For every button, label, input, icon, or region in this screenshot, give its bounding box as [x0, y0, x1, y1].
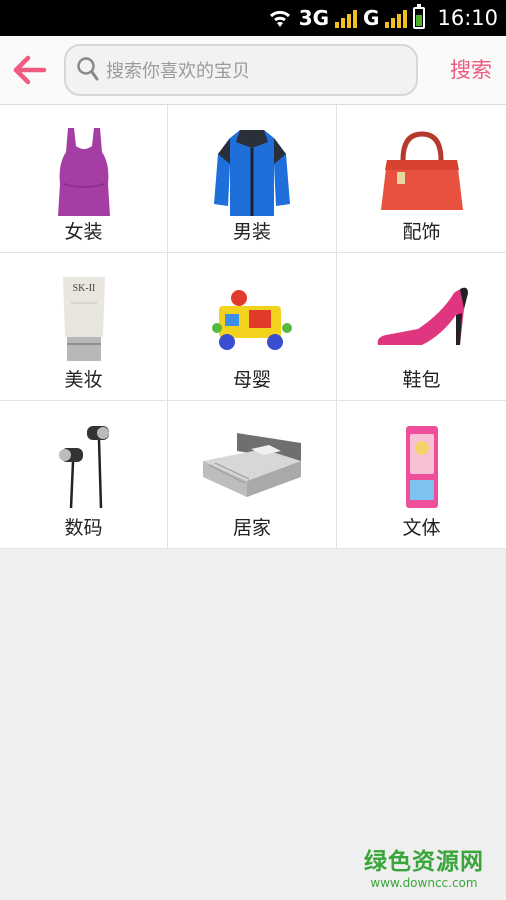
search-box[interactable]	[64, 44, 418, 96]
brand-text: SK-II	[72, 283, 95, 294]
category-cosmetics[interactable]: SK-II 美妆	[0, 253, 168, 401]
jacket-icon	[214, 129, 290, 216]
category-women-clothing[interactable]: 女装	[0, 105, 168, 253]
pencil-case-icon	[405, 426, 438, 508]
category-grid: 女装 男装 配饰 SK-II 美妆 母婴 鞋包 数码 居家 文体	[0, 105, 506, 549]
category-digital[interactable]: 数码	[0, 401, 168, 549]
category-label: 居家	[232, 517, 271, 539]
watermark-url: www.downcc.com	[370, 876, 478, 890]
search-header: 搜索	[0, 36, 506, 105]
category-mother-baby[interactable]: 母婴	[168, 253, 337, 401]
watermark: 绿色资源网 www.downcc.com	[364, 842, 484, 890]
tank-top-icon	[57, 127, 110, 216]
category-label: 女装	[64, 221, 103, 243]
category-shoes-bags[interactable]: 鞋包	[337, 253, 506, 401]
signal-icon	[335, 8, 358, 28]
search-input[interactable]	[104, 56, 408, 86]
category-stationery-sports[interactable]: 文体	[337, 401, 506, 549]
category-label: 鞋包	[402, 369, 441, 391]
category-label: 数码	[64, 517, 103, 539]
search-button[interactable]: 搜索	[450, 54, 492, 84]
back-arrow-icon[interactable]	[12, 54, 48, 86]
bed-icon	[203, 433, 301, 497]
battery-icon	[413, 4, 426, 29]
watermark-name: 绿色资源网	[364, 849, 484, 875]
toy-car-icon	[212, 290, 292, 350]
category-label: 配饰	[402, 221, 441, 243]
high-heel-icon	[377, 287, 468, 345]
skincare-tube-icon: SK-II	[62, 277, 105, 361]
network-type-1: 3G	[298, 6, 330, 30]
category-home[interactable]: 居家	[168, 401, 337, 549]
handbag-icon	[380, 131, 463, 210]
network-type-2: G	[363, 6, 380, 30]
clock: 16:10	[437, 6, 498, 30]
category-label: 男装	[232, 221, 271, 243]
category-accessories[interactable]: 配饰	[337, 105, 506, 253]
status-bar: 3G G 16:10	[0, 0, 506, 36]
category-label: 文体	[402, 517, 441, 539]
category-label: 母婴	[232, 369, 271, 391]
search-icon	[77, 57, 99, 81]
category-men-clothing[interactable]: 男装	[168, 105, 337, 253]
wifi-icon	[269, 10, 290, 27]
earphones-icon	[58, 426, 109, 509]
category-label: 美妆	[64, 369, 103, 391]
signal-icon-2	[385, 8, 408, 28]
